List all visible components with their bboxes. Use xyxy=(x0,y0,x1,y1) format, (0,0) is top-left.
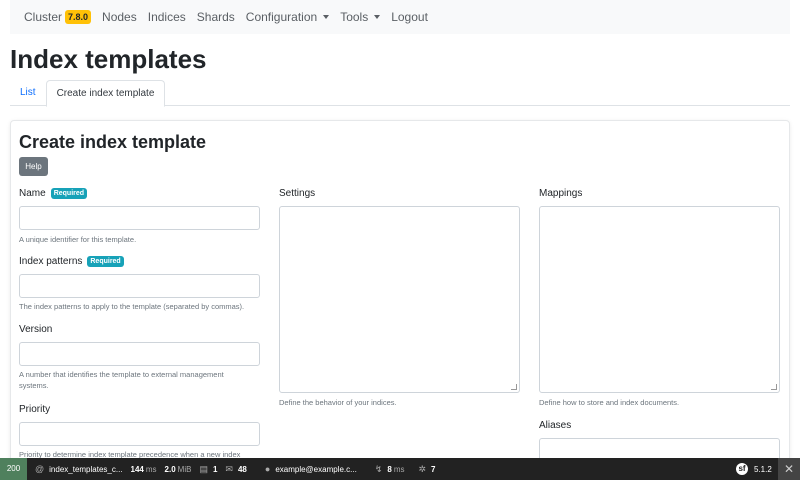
settings-textarea[interactable] xyxy=(279,206,520,393)
nav-indices[interactable]: Indices xyxy=(148,10,186,24)
required-badge: Required xyxy=(87,256,124,267)
nav-cluster[interactable]: Cluster 7.8.0 xyxy=(24,10,92,24)
mappings-label: Mappings xyxy=(539,188,582,199)
help-button[interactable]: Help xyxy=(19,157,48,176)
forms-item[interactable]: ▤ 1 xyxy=(199,464,217,475)
required-badge: Required xyxy=(50,188,88,199)
clipboard-icon: ▤ xyxy=(199,463,208,474)
aliases-label: Aliases xyxy=(539,420,571,431)
name-hint: A unique identifier for this template. xyxy=(19,235,137,244)
symfony-version-item[interactable]: sf 5.1.2 xyxy=(736,463,772,475)
events-icon: ↯ xyxy=(374,463,383,474)
translation-item[interactable]: ✉ 48 xyxy=(225,464,246,475)
route-name: index_templates_c... xyxy=(49,464,123,474)
services-icon: ✲ xyxy=(418,463,427,474)
aliases-label-text: Aliases xyxy=(539,420,572,431)
user-item[interactable]: ● example@example.c... xyxy=(265,464,357,474)
page-title: Index templates xyxy=(10,44,207,74)
symfony-icon: sf xyxy=(736,463,748,475)
settings-label: Settings xyxy=(279,188,315,199)
index-patterns-label: Index patterns Required xyxy=(19,256,124,267)
memory-unit: MiB xyxy=(177,464,192,474)
index-patterns-input[interactable] xyxy=(19,274,260,298)
priority-label: Priority xyxy=(19,404,50,415)
services-item[interactable]: ✲ 7 xyxy=(418,464,435,475)
memory-item[interactable]: 2.0 MiB xyxy=(165,465,192,474)
forms-count: 1 xyxy=(212,464,218,474)
events-unit: ms xyxy=(393,464,405,474)
version-label: Version xyxy=(19,324,52,335)
nav-logout[interactable]: Logout xyxy=(391,10,428,24)
chevron-down-icon xyxy=(323,15,330,19)
resize-handle-icon[interactable] xyxy=(771,384,777,390)
resize-handle-icon[interactable] xyxy=(511,384,517,390)
memory-value: 2.0 xyxy=(164,464,176,474)
mappings-hint: Define how to store and index documents. xyxy=(539,398,680,407)
nav-tools-dropdown[interactable]: Tools xyxy=(340,10,381,24)
nav-cluster-label: Cluster xyxy=(24,10,63,24)
time-item[interactable]: 144 ms xyxy=(131,465,157,474)
status-code[interactable]: 200 xyxy=(0,458,27,480)
symfony-version: 5.1.2 xyxy=(754,464,772,474)
nav-configuration-dropdown[interactable]: Configuration xyxy=(245,10,330,24)
name-label: Name Required xyxy=(19,188,88,199)
tab-list[interactable]: List xyxy=(10,80,46,106)
time-unit: ms xyxy=(145,464,157,474)
user-icon: ● xyxy=(264,464,271,474)
name-input[interactable] xyxy=(19,206,260,230)
tab-create-index-template[interactable]: Create index template xyxy=(45,80,166,107)
nav-shards[interactable]: Shards xyxy=(197,10,235,24)
at-icon: @ xyxy=(35,464,45,474)
mappings-label-text: Mappings xyxy=(539,188,583,199)
debug-toolbar: 200 @ index_templates_c... 144 ms 2.0 Mi… xyxy=(0,458,800,480)
chevron-down-icon xyxy=(374,15,381,19)
events-value: 8 xyxy=(387,464,392,474)
nav-tools-label: Tools xyxy=(340,10,369,24)
priority-input[interactable] xyxy=(19,422,260,446)
user-email: example@example.c... xyxy=(275,464,357,474)
settings-label-text: Settings xyxy=(279,188,316,199)
time-value: 144 xyxy=(130,464,144,474)
name-label-text: Name xyxy=(19,188,46,199)
version-label-text: Version xyxy=(19,324,53,335)
tabs: List Create index template xyxy=(10,80,790,107)
events-item[interactable]: ↯ 8 ms xyxy=(375,464,405,475)
close-icon[interactable]: ✕ xyxy=(778,458,800,480)
version-input[interactable] xyxy=(19,342,260,366)
translation-icon: ✉ xyxy=(225,463,233,474)
mappings-textarea[interactable] xyxy=(539,206,780,393)
translations-count: 48 xyxy=(237,464,247,474)
version-hint-line1: A number that identifies the template to… xyxy=(19,370,224,379)
card-title: Create index template xyxy=(19,132,207,152)
index-patterns-label-text: Index patterns xyxy=(19,256,83,267)
services-count: 7 xyxy=(431,464,436,474)
settings-hint: Define the behavior of your indices. xyxy=(279,398,397,407)
nav-nodes[interactable]: Nodes xyxy=(102,10,137,24)
nav-configuration-label: Configuration xyxy=(245,10,318,24)
index-patterns-hint: The index patterns to apply to the templ… xyxy=(19,302,245,311)
version-hint-line2: systems. xyxy=(19,381,49,390)
top-navbar: Cluster 7.8.0 Nodes Indices Shards Confi… xyxy=(10,0,790,34)
priority-label-text: Priority xyxy=(19,404,51,415)
cluster-version-badge: 7.8.0 xyxy=(65,10,92,24)
route-item[interactable]: @ index_templates_c... xyxy=(35,464,123,474)
